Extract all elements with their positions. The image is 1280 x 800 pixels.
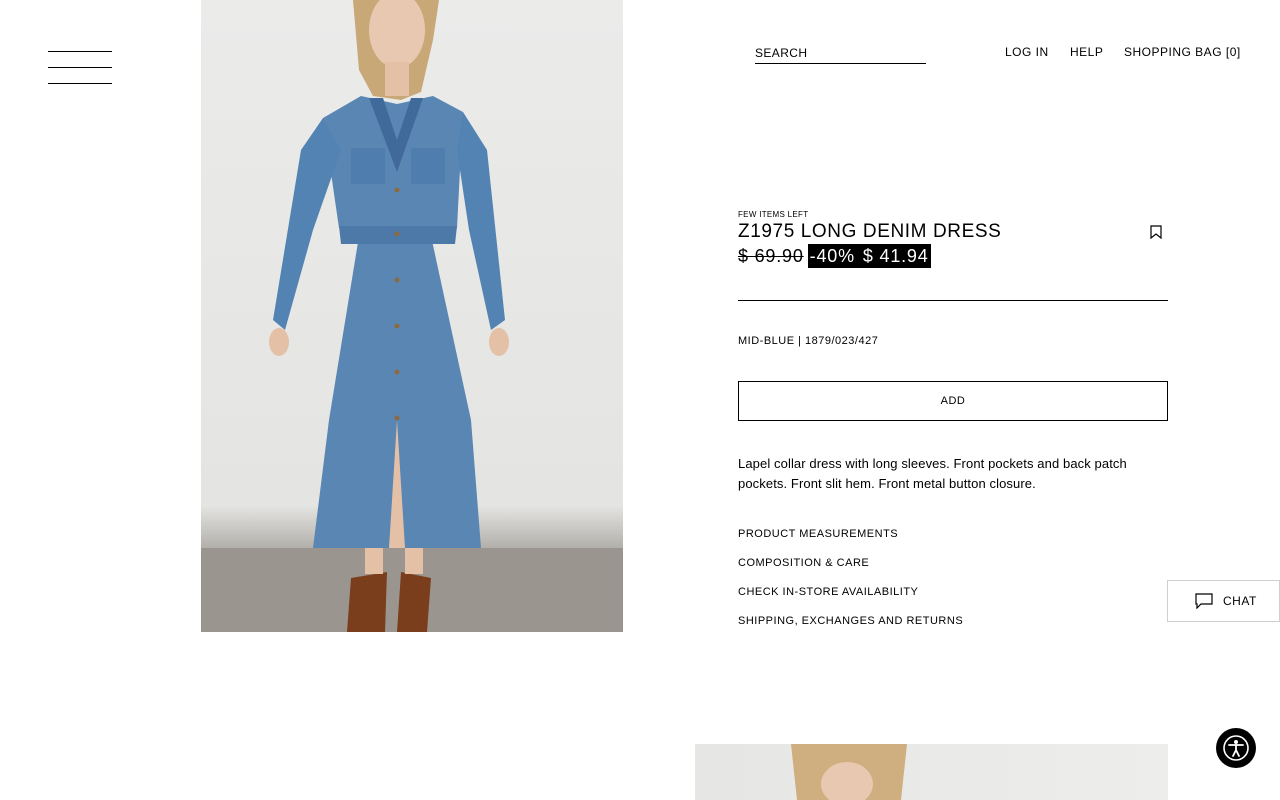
- left-leg: [365, 548, 383, 574]
- sale-price: $ 41.94: [862, 245, 929, 266]
- bookmark-icon[interactable]: [1150, 225, 1162, 239]
- right-shoe: [397, 572, 431, 632]
- color-and-reference: MID-BLUE | 1879/023/427: [738, 335, 879, 347]
- right-hand: [489, 328, 509, 356]
- dress-left-sleeve: [273, 118, 341, 330]
- neck: [385, 62, 409, 96]
- left-pocket: [351, 148, 385, 184]
- composition-care-link[interactable]: COMPOSITION & CARE: [738, 557, 869, 569]
- shopping-bag-link[interactable]: SHOPPING BAG [0]: [1124, 45, 1241, 59]
- sale-price-badge: -40% $ 41.94: [807, 244, 931, 268]
- original-price: $ 69.90: [738, 245, 804, 266]
- right-pocket: [411, 148, 445, 184]
- product-measurements-link[interactable]: PRODUCT MEASUREMENTS: [738, 528, 898, 540]
- stock-note: FEW ITEMS LEFT: [738, 210, 809, 219]
- hamburger-menu-icon[interactable]: [48, 51, 112, 85]
- secondary-product-image[interactable]: [695, 744, 1168, 800]
- price-row: $ 69.90 -40% $ 41.94: [738, 244, 931, 268]
- divider: [738, 300, 1168, 301]
- left-shoe: [347, 572, 387, 632]
- left-hand: [269, 328, 289, 356]
- search-field[interactable]: [755, 44, 926, 64]
- menu-line: [48, 67, 112, 68]
- store-availability-link[interactable]: CHECK IN-STORE AVAILABILITY: [738, 586, 918, 598]
- product-description: Lapel collar dress with long sleeves. Fr…: [738, 456, 1127, 491]
- chat-button[interactable]: CHAT: [1167, 580, 1280, 622]
- search-input[interactable]: [755, 45, 926, 60]
- help-link[interactable]: HELP: [1070, 45, 1103, 59]
- chat-label: CHAT: [1223, 594, 1257, 608]
- login-link[interactable]: LOG IN: [1005, 45, 1049, 59]
- discount-percent: -40%: [809, 245, 855, 266]
- add-to-bag-button[interactable]: ADD: [738, 381, 1168, 421]
- dress-right-sleeve: [457, 112, 505, 330]
- accessibility-icon: [1223, 735, 1249, 761]
- menu-line: [48, 51, 112, 52]
- denim-dress-illustration: [201, 0, 623, 632]
- secondary-image-illustration: [791, 744, 907, 800]
- product-title: Z1975 LONG DENIM DRESS: [738, 221, 1002, 242]
- right-leg: [405, 548, 423, 574]
- shipping-returns-link[interactable]: SHIPPING, EXCHANGES AND RETURNS: [738, 615, 963, 627]
- menu-line: [48, 83, 112, 84]
- accessibility-button[interactable]: [1216, 728, 1256, 768]
- product-image[interactable]: [201, 0, 623, 632]
- chat-bubble-icon: [1195, 593, 1213, 609]
